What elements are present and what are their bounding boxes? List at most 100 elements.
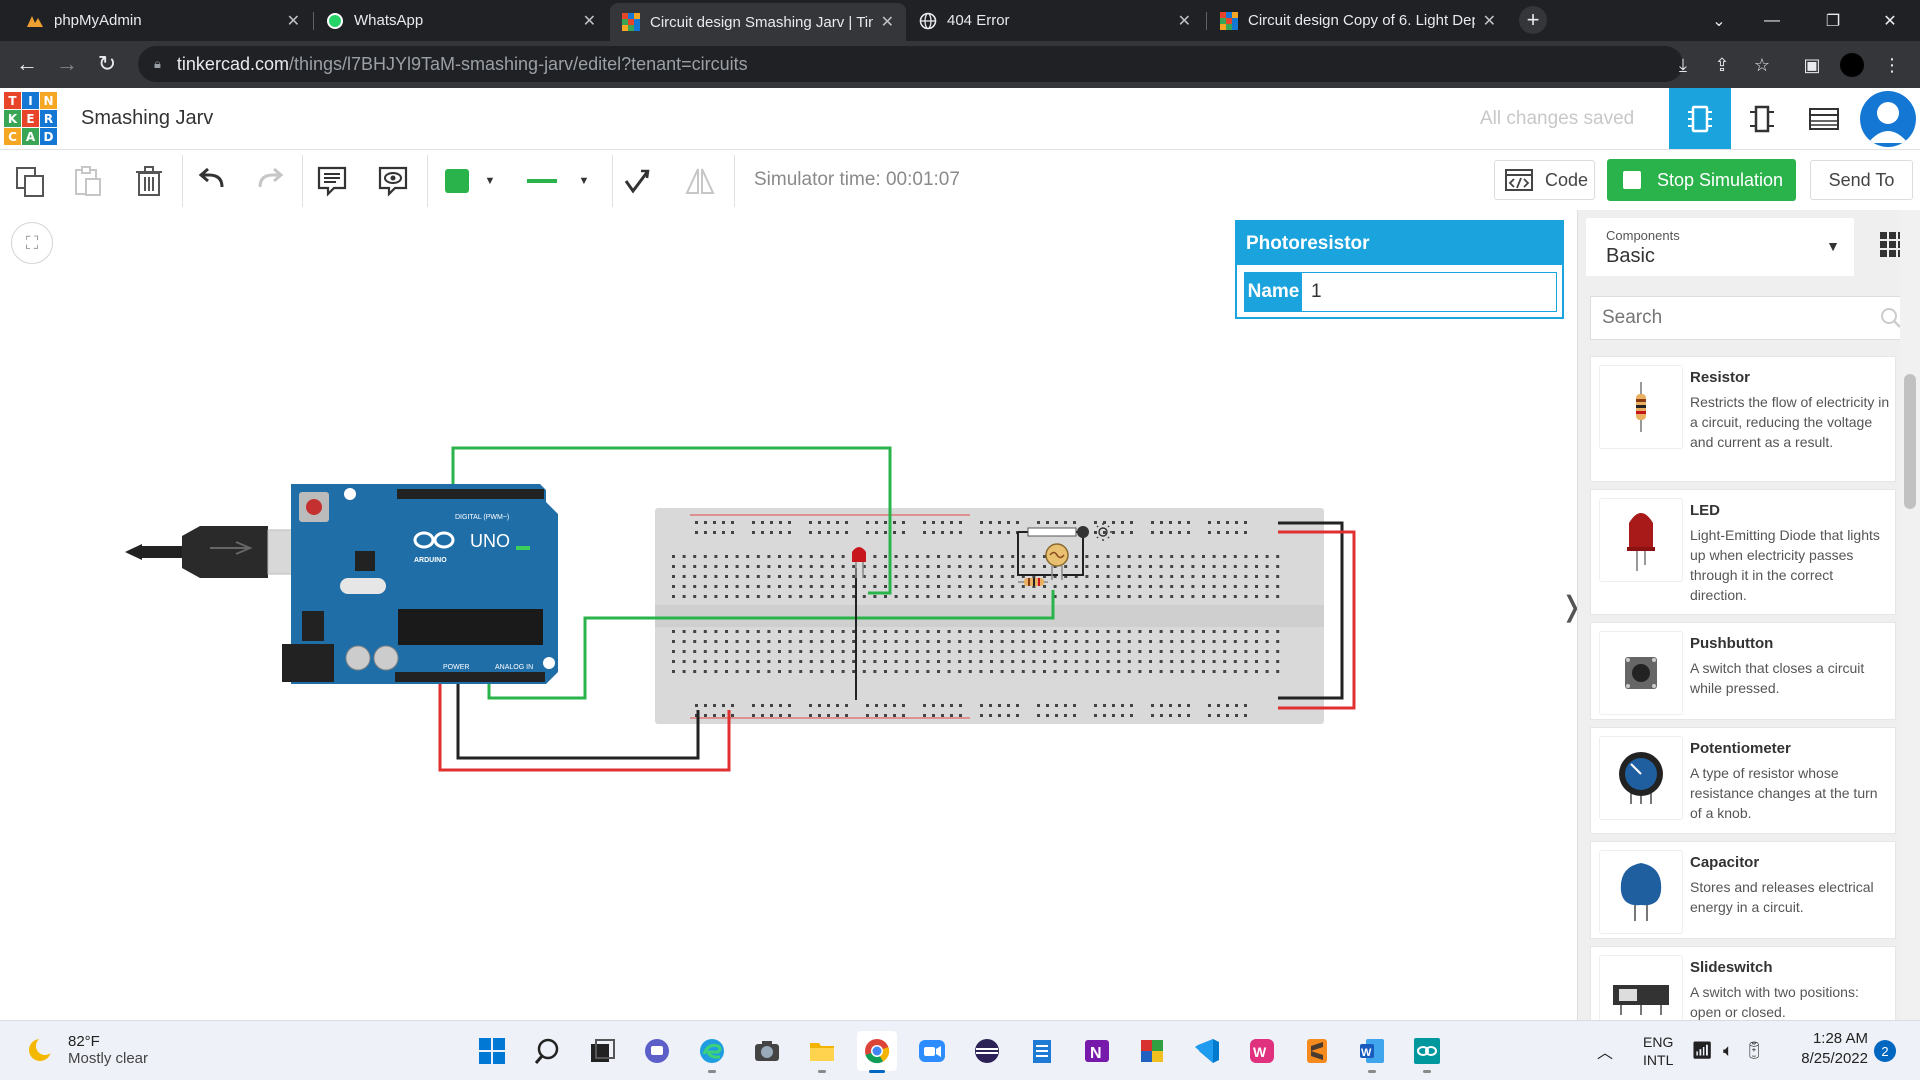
vscode-button[interactable] — [1187, 1031, 1227, 1071]
breadboard-hole — [1130, 531, 1133, 534]
breadboard-hole — [841, 650, 845, 653]
user-avatar[interactable] — [1860, 91, 1916, 147]
paste-button[interactable] — [68, 161, 108, 201]
arduino-uno[interactable]: DIGITAL (PWM~) UNO ARDUINO POWER ANALOG … — [282, 484, 558, 684]
breadboard-hole — [1202, 555, 1205, 558]
language-indicator[interactable]: ENG INTL — [1643, 1033, 1673, 1069]
breadboard-hole — [682, 670, 686, 673]
tab-copy-of-light-dependent[interactable]: Circuit design Copy of 6. Light Dependen… — [1208, 0, 1508, 41]
tab-phpmyadmin[interactable]: phpMyAdmin ✕ — [14, 0, 312, 41]
breadboard-hole — [746, 670, 750, 673]
tab-404-error[interactable]: 404 Error ✕ — [907, 0, 1203, 41]
restore-button[interactable]: ❐ — [1803, 0, 1863, 41]
component-led[interactable]: LED Light-Emitting Diode that lights up … — [1590, 489, 1896, 615]
arrow-left-icon: ← — [16, 51, 38, 76]
share-icon[interactable]: ⇪ — [1708, 51, 1736, 79]
flip-button[interactable] — [680, 161, 720, 201]
new-tab-button[interactable]: + — [1519, 6, 1547, 34]
task-view-button[interactable] — [582, 1031, 622, 1071]
notepad-button[interactable] — [1022, 1031, 1062, 1071]
collapse-panel-button[interactable]: ❭ — [1560, 590, 1577, 623]
chevron-up-icon[interactable]: ︿ — [1597, 1039, 1613, 1063]
close-icon[interactable]: ✕ — [287, 11, 300, 31]
design-title[interactable]: Smashing Jarv — [81, 107, 213, 130]
weather-widget[interactable]: 82°F Mostly clear — [26, 1033, 148, 1067]
close-icon[interactable]: ✕ — [583, 11, 596, 31]
eclipse-button[interactable] — [967, 1031, 1007, 1071]
send-to-button[interactable]: Send To — [1810, 160, 1913, 200]
breadboard-hole — [1191, 555, 1195, 558]
volume-icon[interactable]: 🔈︎ — [1723, 1041, 1733, 1061]
onenote-button[interactable]: N — [1077, 1031, 1117, 1071]
kebab-menu-icon[interactable]: ⋮ — [1878, 51, 1906, 79]
file-explorer-button[interactable] — [802, 1031, 842, 1073]
breadboard-hole — [1265, 595, 1269, 598]
component-capacitor[interactable]: Capacitor Stores and releases electrical… — [1590, 841, 1896, 939]
copy-button[interactable] — [10, 161, 50, 201]
forward-button[interactable]: → — [52, 49, 82, 79]
delete-button[interactable] — [129, 161, 169, 201]
bookmark-star-icon[interactable]: ☆ — [1748, 51, 1776, 79]
battery-icon[interactable]: 🔋︎ — [1743, 1041, 1765, 1061]
notification-badge[interactable]: 2 — [1874, 1040, 1896, 1062]
rotate-button[interactable] — [617, 161, 657, 201]
zoom-button[interactable] — [912, 1031, 952, 1071]
component-slideswitch[interactable]: Slideswitch A switch with two positions:… — [1590, 946, 1896, 1020]
search-input[interactable] — [1591, 307, 1873, 329]
notes-visibility-button[interactable] — [373, 161, 413, 201]
minimize-button[interactable]: — — [1742, 0, 1802, 41]
components-dropdown[interactable]: Components Basic ▼ — [1586, 218, 1854, 276]
color-picker[interactable]: ▼ — [434, 161, 506, 201]
schematic-view-button[interactable] — [1731, 88, 1793, 149]
taskbar-search-button[interactable] — [527, 1031, 567, 1071]
chrome-button[interactable] — [857, 1031, 897, 1073]
close-icon[interactable]: ✕ — [1483, 11, 1496, 31]
edge-button[interactable] — [692, 1031, 732, 1073]
tab-search-button[interactable]: ⌄ — [1689, 0, 1749, 41]
simulator-time: Simulator time: 00:01:07 — [754, 169, 960, 190]
component-potentiometer[interactable]: Potentiometer A type of resistor whose r… — [1590, 727, 1896, 834]
wire-color-picker[interactable]: ▼ — [516, 161, 600, 201]
undo-button[interactable] — [192, 161, 232, 201]
word-button[interactable]: W — [1352, 1031, 1392, 1073]
profile-avatar[interactable] — [1838, 51, 1866, 79]
sublime-button[interactable] — [1297, 1031, 1337, 1071]
close-window-button[interactable]: ✕ — [1860, 0, 1920, 41]
tab-smashing-jarv[interactable]: Circuit design Smashing Jarv | Tinkercad… — [610, 3, 906, 41]
breadboard-hole — [941, 714, 944, 717]
component-resistor[interactable]: Resistor Restricts the flow of electrici… — [1590, 356, 1896, 482]
breadboard[interactable] — [655, 508, 1324, 724]
wampserver-button[interactable]: W — [1242, 1031, 1282, 1071]
breadboard-hole — [852, 595, 856, 598]
url-field[interactable]: 🔒︎ tinkercad.com/things/l7BHJYl9TaM-smas… — [138, 46, 1683, 82]
camera-button[interactable] — [747, 1031, 787, 1071]
scrollbar-thumb[interactable] — [1904, 374, 1916, 509]
start-button[interactable] — [472, 1031, 512, 1071]
wifi-icon[interactable]: 📶︎ — [1691, 1041, 1713, 1061]
breadboard-hole — [714, 555, 718, 558]
install-app-icon[interactable]: ⤓ — [1669, 51, 1697, 79]
arduino-ide-button[interactable] — [1407, 1031, 1447, 1073]
stop-simulation-button[interactable]: Stop Simulation — [1607, 159, 1796, 201]
tinkercad-logo[interactable]: T I N K E R C A D — [4, 92, 57, 145]
teams-chat-button[interactable] — [637, 1031, 677, 1071]
component-list-button[interactable] — [1793, 88, 1855, 149]
side-panel-icon[interactable]: ▣ — [1798, 51, 1826, 79]
circuit-view-button[interactable] — [1669, 88, 1731, 149]
reload-button[interactable]: ↻ — [92, 49, 122, 79]
back-button[interactable]: ← — [12, 49, 42, 79]
code-button[interactable]: Code — [1494, 160, 1595, 200]
close-icon[interactable]: ✕ — [1178, 11, 1191, 31]
component-name-input[interactable] — [1302, 273, 1556, 311]
close-icon[interactable]: ✕ — [881, 12, 894, 32]
tab-whatsapp[interactable]: WhatsApp ✕ — [314, 0, 608, 41]
redo-button[interactable] — [250, 161, 290, 201]
circuit-workplane[interactable]: ⛶ DIGITAL (PWM~) UNO ARDUINO POWER ANALO… — [0, 210, 1577, 1020]
circuit-canvas[interactable]: DIGITAL (PWM~) UNO ARDUINO POWER ANALOG … — [0, 210, 1400, 910]
breadboard-hole — [862, 660, 866, 663]
notes-button[interactable] — [312, 161, 352, 201]
panel-scrollbar[interactable] — [1900, 210, 1920, 1020]
taskbar-clock[interactable]: 1:28 AM 8/25/2022 — [1780, 1029, 1868, 1069]
component-pushbutton[interactable]: Pushbutton A switch that closes a circui… — [1590, 622, 1896, 720]
winrar-button[interactable] — [1132, 1031, 1172, 1071]
